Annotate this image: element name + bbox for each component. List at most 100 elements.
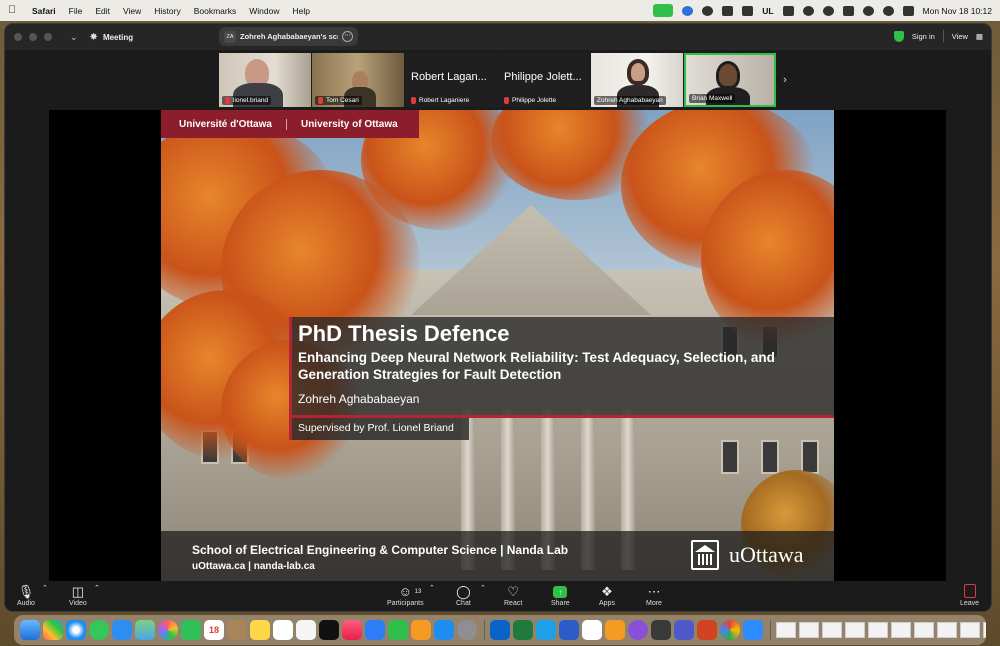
more-button[interactable]: ⋯ More [646,584,662,607]
menu-view[interactable]: View [123,6,141,16]
freeform-icon[interactable] [296,620,316,640]
zoom-icon[interactable] [682,5,694,16]
video-button[interactable]: ◫ Video [69,584,87,607]
menu-help[interactable]: Help [292,6,309,16]
music-icon[interactable] [342,620,362,640]
view-button[interactable]: View [952,32,968,41]
cloud-icon[interactable] [702,5,714,16]
menu-file[interactable]: File [69,6,83,16]
grid-view-icon[interactable]: ▦ [976,32,983,41]
safari-icon[interactable] [66,620,86,640]
control-center-icon[interactable] [902,5,914,16]
photos-icon[interactable] [158,620,178,640]
participant-tile-robert-laganiere[interactable]: Robert Lagan... Robert Laganiere [405,53,497,107]
messages-icon[interactable] [89,620,109,640]
apps-button[interactable]: ❖ Apps [599,584,615,607]
maps-icon[interactable] [135,620,155,640]
shield-icon[interactable] [893,30,904,42]
menu-app-name[interactable]: Safari [32,6,56,16]
participant-tile-brian-maxwell[interactable]: Brian Maxwell [684,53,776,107]
dock-document-thumbnail[interactable] [845,622,865,638]
menu-bookmarks[interactable]: Bookmarks [194,6,237,16]
podcasts-icon[interactable] [628,620,648,640]
participants-options-caret-icon[interactable]: ⌃ [429,584,435,592]
contacts-icon[interactable] [227,620,247,640]
launchpad-icon[interactable] [43,620,63,640]
dock-document-thumbnail[interactable] [960,622,980,638]
audio-options-caret-icon[interactable]: ⌃ [42,584,48,592]
mail-icon[interactable] [112,620,132,640]
clipboard-icon[interactable] [782,5,794,16]
textedit-icon[interactable] [582,620,602,640]
pages-icon[interactable] [411,620,431,640]
more-options-icon[interactable]: ⋯ [342,31,353,42]
dock-document-thumbnail[interactable] [799,622,819,638]
system-settings-icon[interactable] [457,620,477,640]
wifi-icon[interactable] [862,5,874,16]
check-icon[interactable] [822,5,834,16]
finder-icon[interactable] [20,620,40,640]
share-button[interactable]: ↑ Share [551,584,570,607]
menu-history[interactable]: History [154,6,180,16]
dock-document-thumbnail[interactable] [822,622,842,638]
search-icon[interactable] [882,5,894,16]
dock-document-thumbnail[interactable] [937,622,957,638]
menu-bar-clock[interactable]: Mon Nov 18 10:12 [923,6,992,16]
zoom-meeting-status-icon[interactable] [653,4,674,17]
apple-tv-icon[interactable] [319,620,339,640]
sign-in-button[interactable]: Sign in [912,32,935,41]
battery-icon[interactable] [842,5,854,16]
numbers-icon[interactable] [388,620,408,640]
dock-document-thumbnail[interactable] [891,622,911,638]
dock-document-thumbnail[interactable] [776,622,796,638]
participant-face [716,61,740,89]
chevron-down-icon[interactable]: ⌄ [70,32,78,43]
participant-tile-philippe-jolette[interactable]: Philippe Jolett... Philippe Jolette [498,53,590,107]
participant-strip: lionel.briand Tom Cesari Robert Lagan...… [219,53,795,107]
building-window [761,440,779,474]
app-store-icon[interactable] [434,620,454,640]
menu-window[interactable]: Window [249,6,279,16]
chat-options-caret-icon[interactable]: ⌃ [480,584,486,592]
fullscreen-window-button[interactable] [44,33,52,41]
dock-document-thumbnail[interactable] [983,622,986,638]
keynote-icon[interactable] [365,620,385,640]
leave-button[interactable]: Leave [960,584,979,607]
close-window-button[interactable] [14,33,22,41]
paw-icon: ✸ [89,31,98,43]
participants-button[interactable]: ☺ 13 Participants [387,584,424,607]
outlook-icon[interactable] [490,620,510,640]
reminders-icon[interactable] [273,620,293,640]
facetime-icon[interactable] [181,620,201,640]
audio-button[interactable]: 🎙 Audio [17,584,35,607]
skype-icon[interactable] [536,620,556,640]
books-icon[interactable] [605,620,625,640]
chevron-right-icon[interactable]: › [778,53,792,107]
participant-tile-tom-cesari[interactable]: Tom Cesari [312,53,404,107]
video-options-caret-icon[interactable]: ⌃ [94,584,100,592]
dock-document-thumbnail[interactable] [914,622,934,638]
input-source-indicator[interactable]: UL [762,6,773,16]
apple-icon[interactable]:  [8,5,18,16]
dock-document-thumbnail[interactable] [868,622,888,638]
excel-icon[interactable] [513,620,533,640]
powerpoint-icon[interactable] [697,620,717,640]
word-icon[interactable] [559,620,579,640]
teams-icon[interactable] [674,620,694,640]
chrome-icon[interactable] [720,620,740,640]
screen-share-indicator[interactable]: ZA Zohreh Aghababaeyan's screen ⋯ [219,27,358,46]
shared-screen[interactable]: Université d'Ottawa University of Ottawa… [49,110,946,581]
notes-icon[interactable] [250,620,270,640]
calendar-icon[interactable]: 18 [204,620,224,640]
chat-button[interactable]: ◯ Chat [456,584,471,607]
gamepad-icon[interactable] [742,5,754,16]
participant-tile-lionel-briand[interactable]: lionel.briand [219,53,311,107]
minimize-window-button[interactable] [29,33,37,41]
participant-tile-zohreh-aghababaeyan[interactable]: Zohreh Aghababaeyan [591,53,683,107]
zoom-app-icon[interactable] [743,620,763,640]
time-machine-icon[interactable] [802,5,814,16]
menu-edit[interactable]: Edit [95,6,110,16]
react-button[interactable]: ♡ React [504,584,522,607]
sync-icon[interactable] [722,5,734,16]
preview-icon[interactable] [651,620,671,640]
